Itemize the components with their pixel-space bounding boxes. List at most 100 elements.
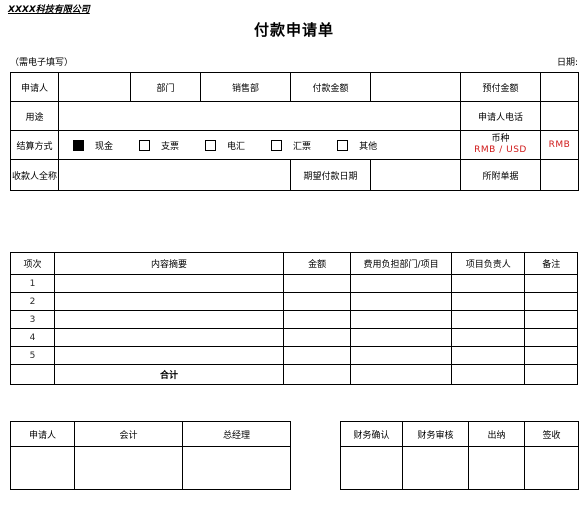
- prepaid-amount-label: 预付金额: [460, 72, 541, 102]
- company-name: XXXX科技有限公司: [8, 5, 90, 15]
- item-dept-project[interactable]: [350, 328, 452, 347]
- signature-value-finance-confirm[interactable]: [340, 446, 403, 490]
- signature-header-finance-confirm: 财务确认: [340, 421, 403, 447]
- column-header-summary: 内容摘要: [54, 252, 284, 275]
- item-amount[interactable]: [282, 328, 352, 347]
- table-row: [340, 446, 579, 490]
- signature-header-receipt: 签收: [524, 421, 579, 447]
- signature-header-accountant: 会计: [74, 421, 183, 447]
- signature-value-accountant[interactable]: [74, 446, 183, 490]
- item-amount[interactable]: [282, 310, 352, 329]
- item-amount[interactable]: [282, 292, 352, 311]
- expected-payment-date-value[interactable]: [370, 159, 461, 191]
- settlement-option-wire-transfer[interactable]: 电汇: [205, 139, 245, 152]
- item-amount[interactable]: [282, 346, 352, 365]
- checkbox-icon[interactable]: [139, 139, 151, 151]
- table-row: 5: [9, 346, 578, 365]
- settlement-label: 结算方式: [10, 130, 59, 160]
- total-index-cell: [9, 364, 56, 385]
- applicant-value[interactable]: [58, 72, 131, 102]
- fill-electronically-note: （需电子填写）: [10, 58, 74, 68]
- total-label: 合计: [54, 364, 284, 385]
- item-dept-project[interactable]: [350, 310, 452, 329]
- item-remark[interactable]: [524, 274, 578, 293]
- item-summary[interactable]: [54, 328, 284, 347]
- total-dept-project[interactable]: [350, 364, 452, 385]
- note-row: （需电子填写） 日期:: [10, 55, 578, 69]
- payment-request-form-page: XXXX科技有限公司 付款申请单 （需电子填写） 日期: 申请人 部门 销售部 …: [0, 0, 588, 510]
- item-owner[interactable]: [450, 292, 526, 311]
- signature-value-finance-audit[interactable]: [402, 446, 469, 490]
- payee-value[interactable]: [58, 159, 291, 191]
- settlement-option-label: 电汇: [227, 141, 246, 152]
- attached-documents-label: 所附单据: [460, 159, 541, 191]
- item-summary[interactable]: [54, 346, 284, 365]
- item-remark[interactable]: [524, 346, 578, 365]
- signature-value-cashier[interactable]: [468, 446, 525, 490]
- item-remark[interactable]: [524, 328, 578, 347]
- currency-label: 币种: [491, 134, 510, 144]
- checkbox-checked-icon[interactable]: [73, 139, 84, 151]
- settlement-option-other[interactable]: 其他: [337, 139, 377, 152]
- attached-documents-value[interactable]: [540, 159, 579, 191]
- item-owner[interactable]: [450, 310, 526, 329]
- item-dept-project[interactable]: [350, 292, 452, 311]
- department-value[interactable]: 销售部: [200, 72, 291, 102]
- total-owner[interactable]: [450, 364, 526, 385]
- item-amount[interactable]: [282, 274, 352, 293]
- settlement-options-cell: 现金 支票 电汇 汇票 其他: [58, 130, 461, 160]
- item-dept-project[interactable]: [350, 346, 452, 365]
- item-owner[interactable]: [450, 274, 526, 293]
- page-title: 付款申请单: [253, 21, 334, 39]
- table-row: 收款人全称 期望付款日期 所附单据: [10, 159, 579, 191]
- checkbox-icon[interactable]: [271, 139, 283, 151]
- table-header-row: 财务确认 财务审核 出纳 签收: [340, 421, 579, 447]
- settlement-option-label: 其他: [359, 141, 378, 152]
- item-owner[interactable]: [450, 346, 526, 365]
- payment-amount-value[interactable]: [370, 72, 461, 102]
- applicant-label: 申请人: [10, 72, 59, 102]
- column-header-remark: 备注: [524, 252, 578, 275]
- signature-value-general-manager[interactable]: [182, 446, 291, 490]
- signature-header-cashier: 出纳: [468, 421, 525, 447]
- table-header-row: 申请人 会计 总经理: [10, 421, 291, 447]
- checkbox-icon[interactable]: [337, 139, 349, 151]
- purpose-label: 用途: [10, 101, 59, 131]
- payee-label: 收款人全称: [10, 159, 59, 191]
- settlement-option-draft[interactable]: 汇票: [271, 139, 311, 152]
- signature-value-receipt[interactable]: [524, 446, 579, 490]
- approval-signature-table-left: 申请人 会计 总经理: [10, 421, 291, 490]
- currency-value[interactable]: RMB: [540, 130, 579, 160]
- item-index: 1: [9, 274, 56, 293]
- table-row: 结算方式 现金 支票 电汇 汇票 其他 币种 RMB / USD RMB: [10, 130, 579, 160]
- column-header-amount: 金额: [282, 252, 352, 275]
- items-detail-table: 项次 内容摘要 金额 费用负担部门/项目 项目负责人 备注 1 2 3 4 5 …: [9, 252, 578, 385]
- applicant-phone-value[interactable]: [540, 101, 579, 131]
- item-owner[interactable]: [450, 328, 526, 347]
- applicant-info-table: 申请人 部门 销售部 付款金额 预付金额 用途 申请人电话 结算方式 现金 支票…: [10, 72, 579, 191]
- settlement-option-check[interactable]: 支票: [139, 139, 179, 152]
- item-index: 2: [9, 292, 56, 311]
- item-remark[interactable]: [524, 310, 578, 329]
- applicant-phone-label: 申请人电话: [460, 101, 541, 131]
- item-summary[interactable]: [54, 310, 284, 329]
- signature-header-general-manager: 总经理: [182, 421, 291, 447]
- column-header-project-owner: 项目负责人: [450, 252, 526, 275]
- item-dept-project[interactable]: [350, 274, 452, 293]
- settlement-option-cash[interactable]: 现金: [73, 139, 113, 152]
- date-label: 日期:: [556, 58, 578, 68]
- table-row: 用途 申请人电话: [10, 101, 579, 131]
- table-row: [10, 446, 291, 490]
- table-row: 4: [9, 328, 578, 347]
- item-summary[interactable]: [54, 274, 284, 293]
- purpose-value[interactable]: [58, 101, 461, 131]
- table-row: 2: [9, 292, 578, 311]
- item-summary[interactable]: [54, 292, 284, 311]
- prepaid-amount-value[interactable]: [540, 72, 579, 102]
- item-remark[interactable]: [524, 292, 578, 311]
- department-label: 部门: [130, 72, 201, 102]
- checkbox-icon[interactable]: [205, 139, 217, 151]
- total-amount[interactable]: [282, 364, 352, 385]
- signature-value-applicant[interactable]: [10, 446, 75, 490]
- total-remark[interactable]: [524, 364, 578, 385]
